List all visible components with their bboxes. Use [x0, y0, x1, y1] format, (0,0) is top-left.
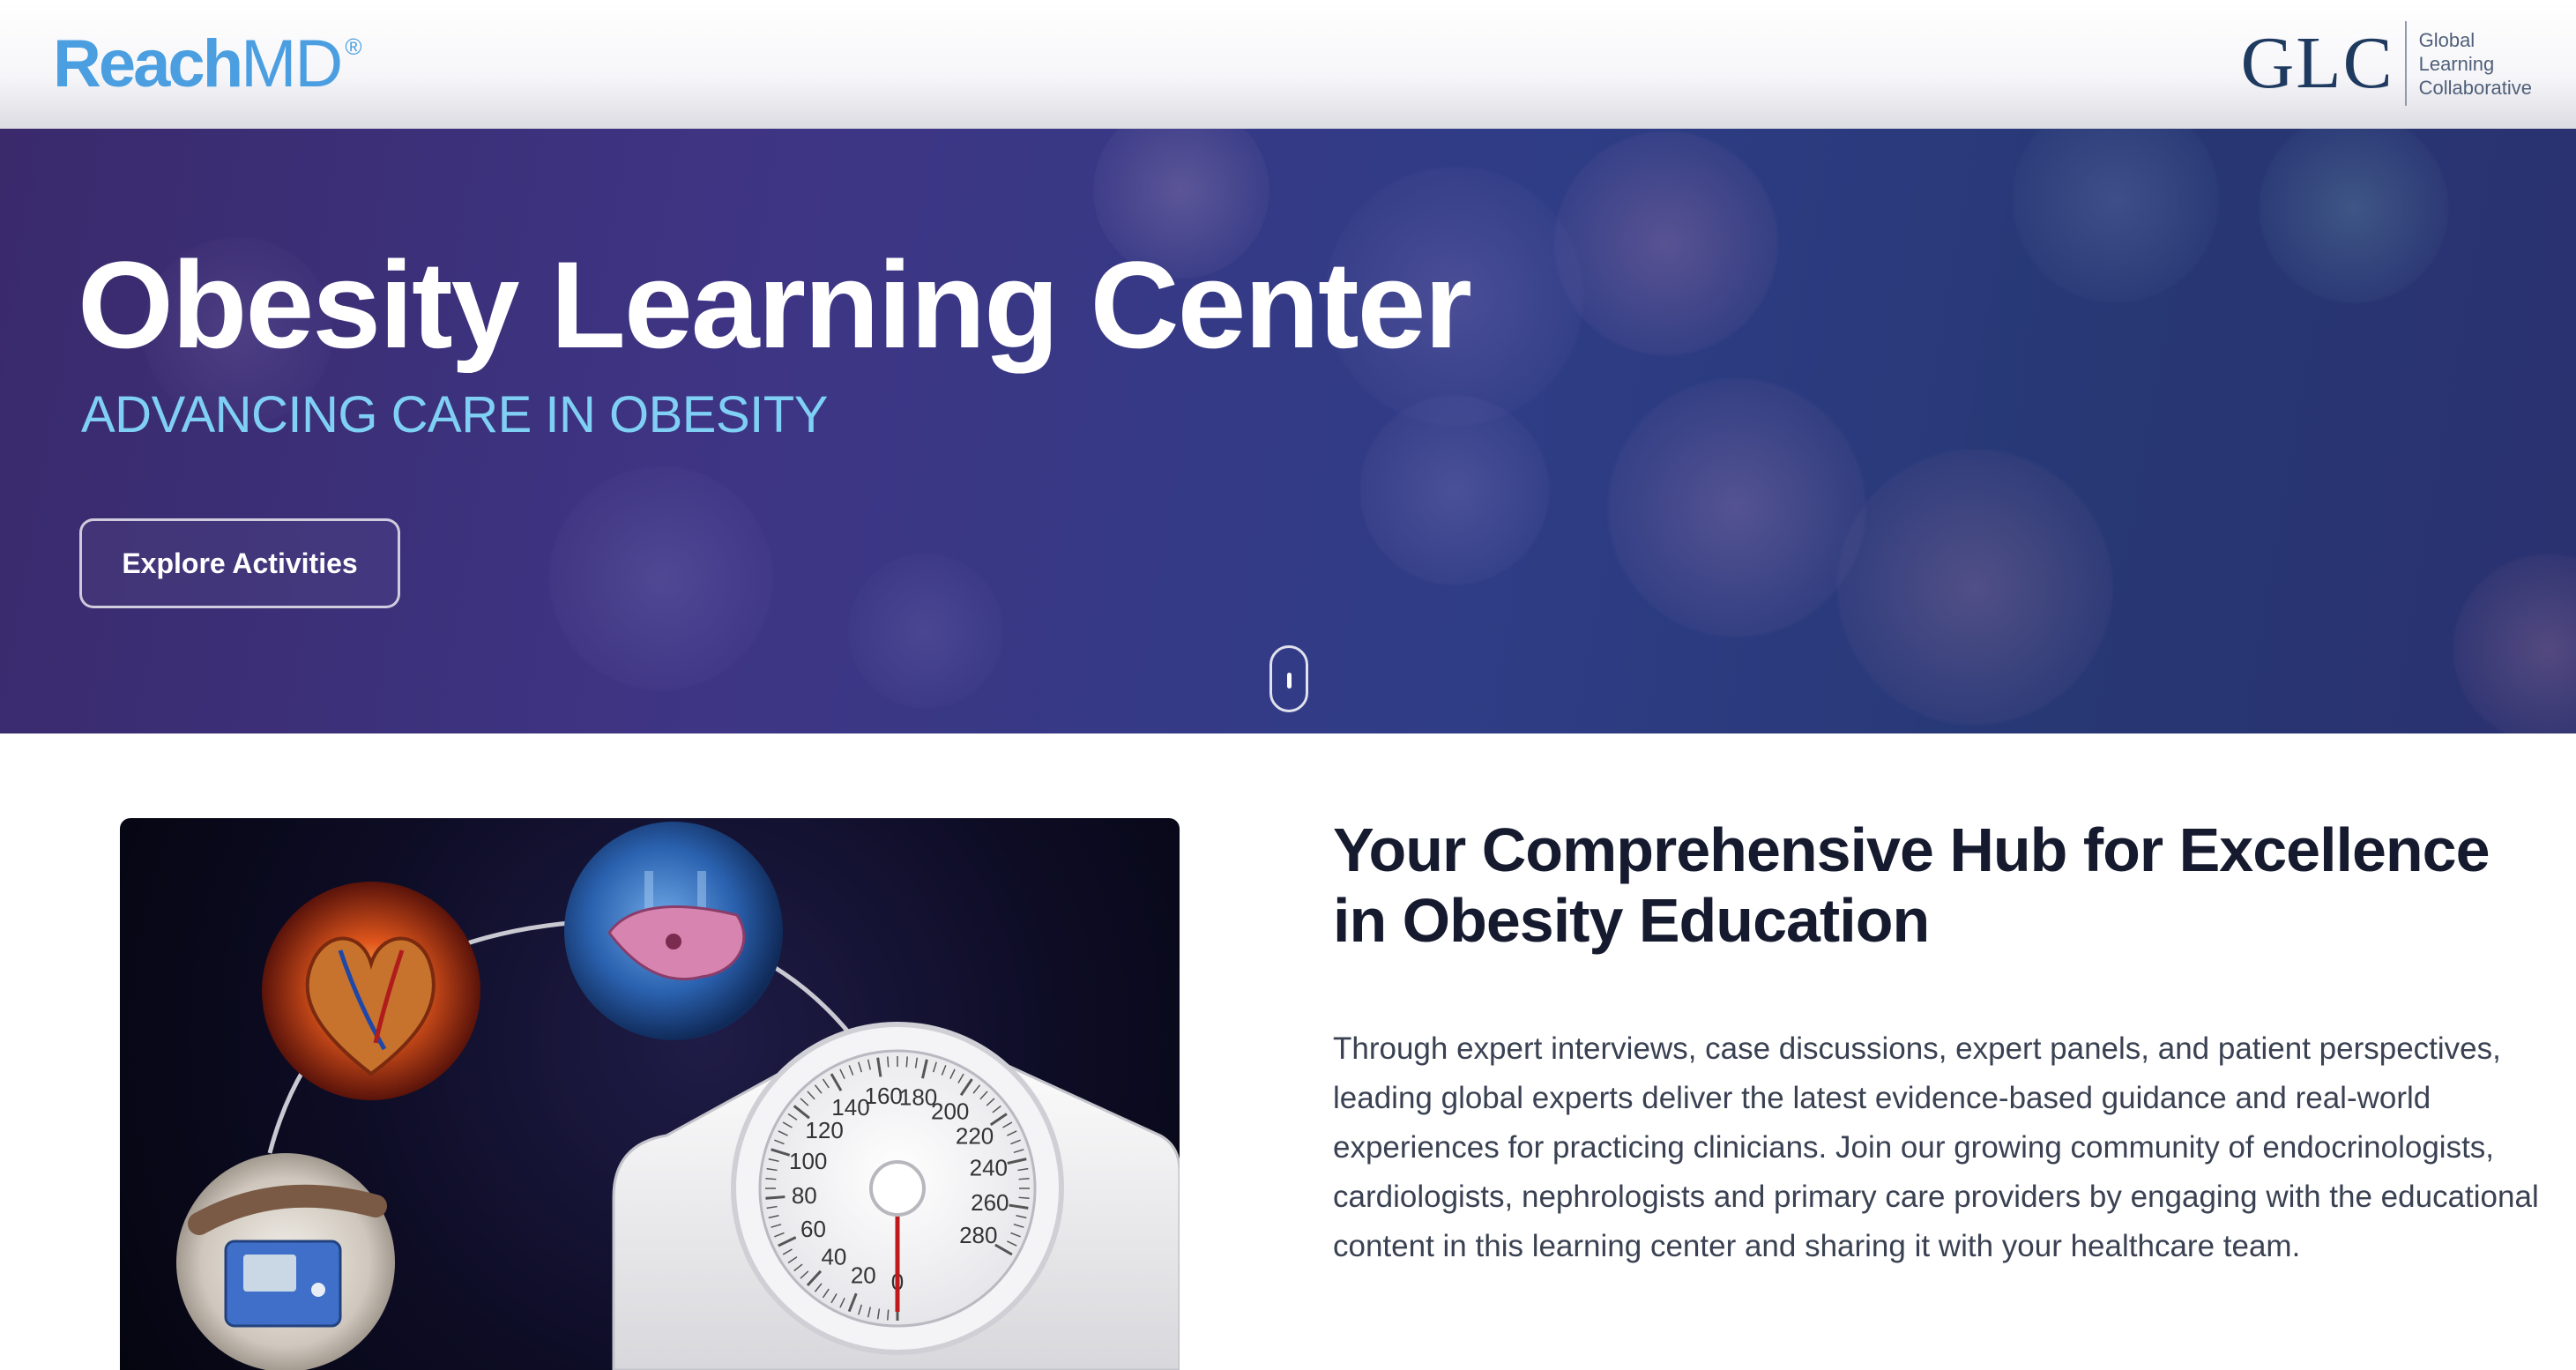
- decorative-cell: [846, 552, 1005, 711]
- decorative-cell: [2010, 129, 2222, 305]
- dial-label: 240: [970, 1154, 1008, 1180]
- dial-label: 60: [800, 1216, 826, 1242]
- site-header: Reach MD ® GLC Global Learning Collabora…: [0, 0, 2576, 130]
- heart-illustration-icon: [262, 882, 480, 1100]
- logo-reach-text: Reach: [53, 26, 243, 101]
- glc-wordmark: Global Learning Collaborative: [2419, 28, 2532, 100]
- dial-tick: [765, 1195, 785, 1200]
- dial-label: 100: [789, 1148, 827, 1174]
- dial-tick: [1018, 1178, 1030, 1180]
- dial-label: 220: [956, 1122, 994, 1149]
- dial-tick: [887, 1309, 890, 1321]
- glc-line-learning: Learning: [2418, 52, 2495, 75]
- decorative-cell: [1552, 129, 1781, 358]
- section-heading: Your Comprehensive Hub for Excellence in…: [1333, 815, 2490, 955]
- glc-logo[interactable]: GLC Global Learning Collaborative: [2241, 19, 2532, 108]
- dial-label: 160: [865, 1083, 903, 1109]
- decorative-cell: [2451, 552, 2576, 733]
- dial-label: 200: [931, 1098, 969, 1124]
- lungs-liver-illustration-icon: [564, 822, 783, 1040]
- decorative-cell: [1604, 376, 1869, 640]
- dial-tick: [765, 1178, 777, 1180]
- dial-label: 120: [805, 1117, 843, 1143]
- feature-illustration: 020406080100120140160180200220240260280: [176, 822, 1180, 1370]
- dial-label: 80: [792, 1182, 817, 1209]
- section-description: Through expert interviews, case discussi…: [1333, 1031, 2539, 1263]
- decorative-cell: [2257, 129, 2451, 305]
- dial-label: 280: [959, 1222, 997, 1248]
- decorative-cell: [547, 464, 776, 693]
- dial-label: 20: [851, 1262, 876, 1289]
- glc-line-global: Global: [2418, 28, 2475, 51]
- page-title: Obesity Learning Center: [78, 235, 1472, 374]
- bathroom-scale-illustration-icon: 020406080100120140160180200220240260280: [612, 1022, 1180, 1370]
- scale-dial-center: [869, 1160, 926, 1217]
- explore-activities-button[interactable]: Explore Activities: [79, 518, 400, 608]
- hero-banner: Obesity Learning Center ADVANCING CARE I…: [0, 129, 2576, 733]
- dial-tick: [1018, 1196, 1030, 1199]
- decorative-cell: [1834, 446, 2116, 728]
- obesity-feature-image: 020406080100120140160180200220240260280: [120, 818, 1180, 1370]
- glc-mark-text: GLC: [2240, 22, 2394, 104]
- glc-line-collaborative: Collaborative: [2418, 76, 2532, 99]
- dial-tick: [887, 1056, 890, 1068]
- dial-label: 260: [971, 1189, 1009, 1216]
- glc-divider: [2404, 21, 2407, 106]
- reachmd-logo[interactable]: Reach MD ®: [53, 25, 362, 104]
- registered-mark: ®: [345, 34, 362, 60]
- dial-tick: [905, 1056, 908, 1068]
- scroll-wheel: [1287, 673, 1292, 689]
- page-subtitle: ADVANCING CARE IN OBESITY: [81, 386, 828, 443]
- scroll-mouse-icon[interactable]: [1269, 645, 1308, 712]
- dial-label: 40: [821, 1244, 846, 1270]
- blood-pressure-cuff-illustration-icon: [176, 1153, 395, 1370]
- logo-md-text: MD: [241, 26, 343, 101]
- decorative-cell: [1358, 393, 1552, 587]
